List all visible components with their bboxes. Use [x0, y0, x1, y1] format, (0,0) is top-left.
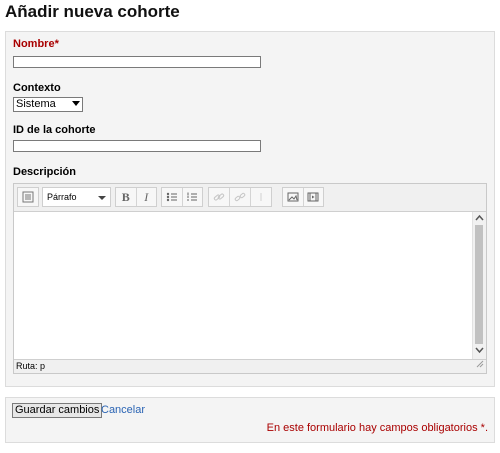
toolbar-group-media: [282, 187, 324, 207]
link-icon[interactable]: [209, 188, 230, 206]
unordered-list-icon[interactable]: [162, 188, 183, 206]
italic-icon[interactable]: I: [137, 188, 157, 206]
paragraph-format-value: Párrafo: [47, 192, 77, 202]
toolbar-group-lists: [161, 187, 203, 207]
editor-scrollbar[interactable]: [472, 212, 486, 359]
editor-toolbar: Párrafo B I: [14, 184, 486, 212]
required-fields-note: En este formulario hay campos obligatori…: [267, 422, 488, 434]
chevron-down-icon: [72, 101, 80, 106]
name-input[interactable]: [13, 56, 261, 68]
page-title: Añadir nueva cohorte: [5, 2, 180, 21]
description-editor: Párrafo B I Ruta: p: [13, 183, 487, 374]
scroll-down-icon[interactable]: [475, 347, 484, 357]
description-textarea[interactable]: [14, 212, 486, 359]
form-actions-panel: Guardar cambios Cancelar En este formula…: [5, 397, 495, 443]
context-selected-value: Sistema: [16, 98, 56, 110]
idnumber-input[interactable]: [13, 140, 261, 152]
chevron-down-icon: [98, 196, 106, 200]
paragraph-format-select[interactable]: Párrafo: [42, 187, 111, 207]
toolbar-group-toggle: [17, 187, 39, 207]
editor-path: Ruta: p: [16, 361, 46, 371]
image-icon[interactable]: [283, 188, 304, 206]
name-label-text: Nombre: [13, 38, 55, 50]
anchor-icon[interactable]: [251, 188, 271, 206]
required-marker: *: [54, 38, 59, 50]
toggle-toolbar-icon[interactable]: [18, 188, 38, 206]
scroll-thumb[interactable]: [475, 225, 483, 344]
name-label: Nombre*: [13, 38, 59, 50]
cancel-link[interactable]: Cancelar: [101, 404, 145, 416]
toolbar-group-style: B I: [115, 187, 157, 207]
description-label: Descripción: [13, 166, 76, 178]
ordered-list-icon[interactable]: [183, 188, 203, 206]
media-icon[interactable]: [304, 188, 324, 206]
cohort-form-panel: Nombre* Contexto Sistema ID de la cohort…: [5, 31, 495, 387]
required-note-end: .: [484, 422, 488, 434]
idnumber-label: ID de la cohorte: [13, 124, 96, 136]
save-button[interactable]: Guardar cambios: [12, 403, 103, 418]
editor-statusbar: Ruta: p: [14, 359, 486, 373]
toolbar-group-links: [208, 187, 272, 207]
context-label: Contexto: [13, 82, 61, 94]
resize-handle-icon[interactable]: [476, 359, 484, 372]
bold-icon[interactable]: B: [116, 188, 137, 206]
required-note-text: En este formulario hay campos obligatori…: [266, 422, 478, 434]
unlink-icon[interactable]: [230, 188, 251, 206]
context-select[interactable]: Sistema: [13, 97, 83, 112]
scroll-up-icon[interactable]: [475, 214, 484, 224]
